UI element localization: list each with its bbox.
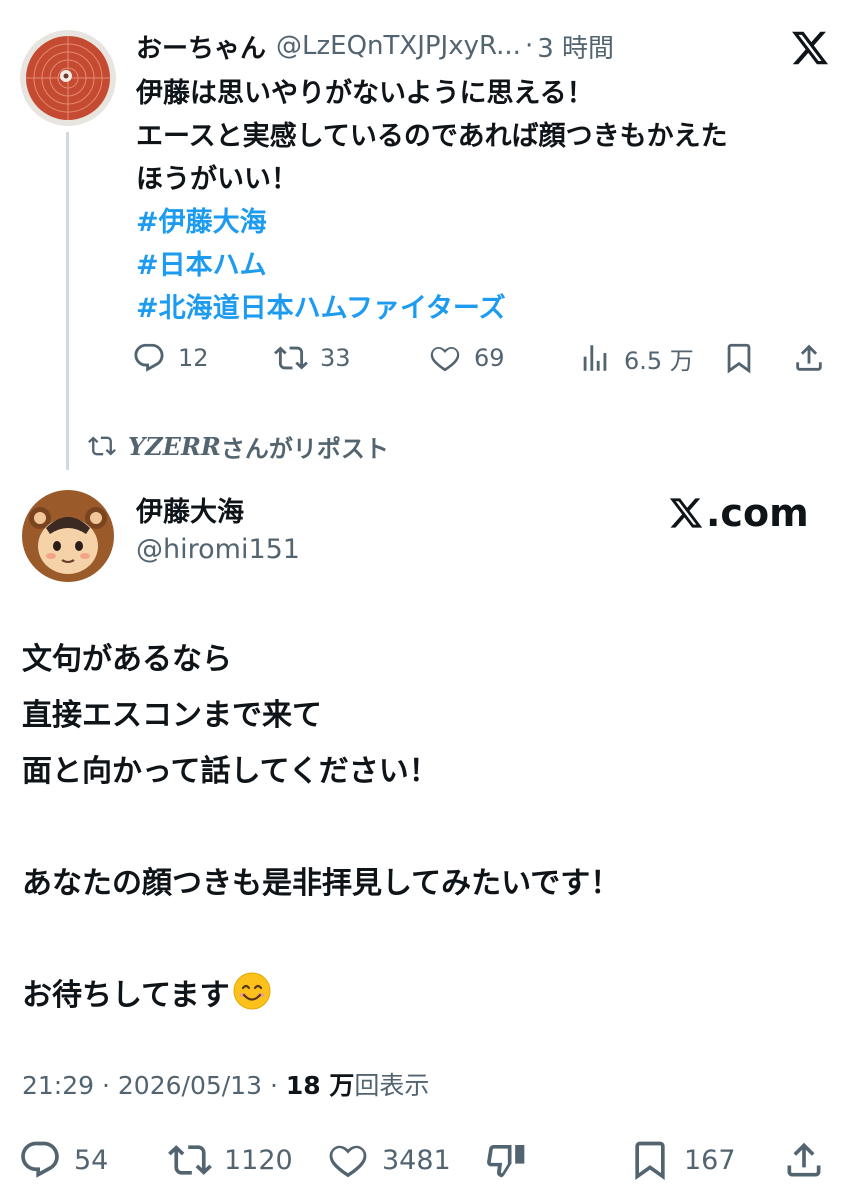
bookmark-button[interactable]: 167 (628, 1136, 736, 1184)
parent-header: おーちゃん @LzEQnTXJPJxyR... · 3 時間 (136, 26, 614, 66)
parent-separator: · (524, 31, 534, 61)
main-display-name[interactable]: 伊藤大海 (136, 490, 244, 529)
main-text-line: 文句があるなら (22, 642, 232, 677)
parent-bookmark-button[interactable] (722, 336, 768, 380)
parent-tweet-text: 伊藤は思いやりがないように思える！ エースと実感しているのであれば顔つきもかえた… (136, 72, 826, 330)
parent-like-button[interactable]: 69 (428, 336, 505, 380)
parent-text-line: エースと実感しているのであれば顔つきもかえた (136, 121, 728, 152)
x-logo-icon[interactable] (790, 28, 830, 68)
share-icon (792, 341, 826, 375)
like-icon (428, 341, 462, 375)
bookmark-count: 167 (684, 1144, 736, 1176)
thread-line (66, 132, 69, 470)
parent-timestamp[interactable]: 3 時間 (537, 28, 614, 65)
dislike-button[interactable] (484, 1136, 540, 1184)
parent-share-button[interactable] (792, 336, 838, 380)
like-count: 3481 (382, 1144, 451, 1176)
bookmark-icon (628, 1138, 672, 1182)
repost-user-name[interactable]: YZERR (128, 432, 221, 461)
main-handle[interactable]: @hiromi151 (136, 534, 300, 565)
repost-icon (88, 432, 116, 460)
tweet-date[interactable]: 2026/05/13 (118, 1071, 262, 1100)
parent-avatar[interactable] (20, 30, 116, 126)
meta-separator: · (102, 1071, 110, 1100)
repost-label[interactable]: YZERR さんがリポスト (88, 428, 389, 464)
parent-views-button[interactable]: 6.5 万 (578, 336, 694, 380)
reply-count: 54 (74, 1144, 109, 1176)
parent-repost-count: 33 (320, 344, 351, 372)
repost-icon (274, 341, 308, 375)
dislike-icon (484, 1138, 528, 1182)
repost-icon (168, 1138, 212, 1182)
parent-like-count: 69 (474, 344, 505, 372)
parent-repost-button[interactable]: 33 (274, 336, 351, 380)
meta-separator: · (269, 1071, 278, 1100)
share-button[interactable] (782, 1136, 838, 1184)
tweet-time[interactable]: 21:29 (22, 1071, 94, 1100)
main-tweet-text: 文句があるなら 直接エスコンまで来て 面と向かって話してください！ あなたの顔つ… (22, 632, 822, 1030)
tweet-metadata: 21:29 · 2026/05/13 · 18 万回表示 (22, 1066, 429, 1102)
hashtag-link[interactable]: #北海道日本ハムファイターズ (136, 287, 826, 330)
main-text-line: あなたの顔つきも是非拝見してみたいです！ (22, 866, 621, 901)
parent-reply-button[interactable]: 12 (132, 336, 209, 380)
main-avatar[interactable] (20, 488, 116, 584)
repost-count: 1120 (224, 1144, 293, 1176)
main-text-line-last: お待ちしてます (22, 968, 822, 1030)
like-icon (326, 1138, 370, 1182)
x-logo-icon (668, 495, 704, 531)
parent-text-line: 伊藤は思いやりがないように思える！ (136, 78, 594, 109)
main-text-line: お待ちしてます (22, 978, 230, 1013)
parent-handle[interactable]: @LzEQnTXJPJxyR... (276, 31, 521, 61)
bookmark-icon (722, 341, 756, 375)
repost-button[interactable]: 1120 (168, 1136, 293, 1184)
main-action-bar: 54 1120 3481 167 (18, 1136, 830, 1184)
parent-display-name[interactable]: おーちゃん (136, 28, 266, 65)
parent-view-count: 6.5 万 (624, 346, 694, 375)
main-text-line: 直接エスコンまで来て (22, 698, 322, 733)
parent-text-line: ほうがいい！ (136, 164, 298, 195)
reply-icon (132, 341, 166, 375)
like-button[interactable]: 3481 (326, 1136, 451, 1184)
repost-suffix: さんがリポスト (220, 434, 389, 463)
view-count[interactable]: 18 万 (286, 1071, 355, 1100)
parent-action-bar: 12 33 69 6.5 万 (132, 336, 832, 380)
x-com-watermark: .com (668, 488, 809, 538)
main-text-line: 面と向かって話してください！ (22, 754, 439, 789)
reply-button[interactable]: 54 (18, 1136, 108, 1184)
smiling-face-emoji-icon (232, 971, 272, 1030)
source-label: .com (706, 491, 809, 535)
parent-reply-count: 12 (178, 344, 209, 372)
views-label: 回表示 (354, 1071, 430, 1100)
reply-icon (18, 1138, 62, 1182)
hashtag-link[interactable]: #日本ハム (136, 244, 826, 287)
hashtag-link[interactable]: #伊藤大海 (136, 201, 826, 244)
views-icon (578, 341, 612, 375)
share-icon (782, 1138, 826, 1182)
